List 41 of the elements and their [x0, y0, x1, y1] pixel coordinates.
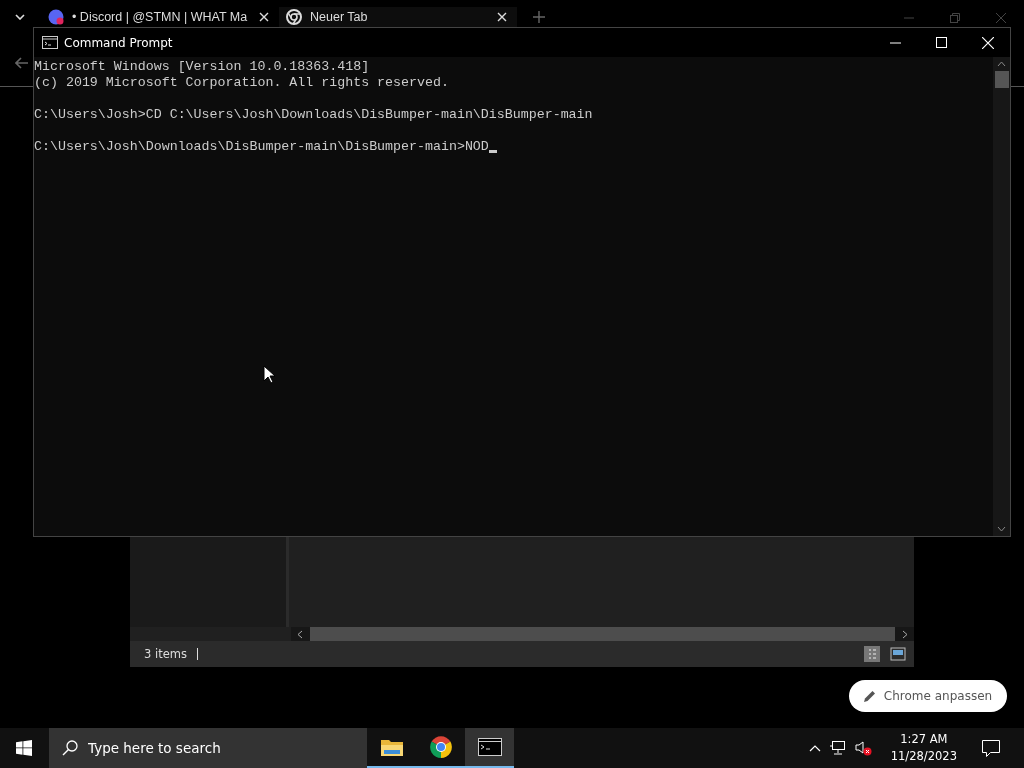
- windows-start-icon[interactable]: [16, 740, 32, 756]
- console-line: C:\Users\Josh>CD C:\Users\Josh\Downloads\DisBumper-main\DisBumper-main: [34, 107, 594, 123]
- mouse-pointer-icon: [263, 365, 275, 384]
- console-icon: [477, 738, 502, 756]
- browser-tab[interactable]: • Discord | @STMN | WHAT Ma: [41, 7, 279, 27]
- scroll-left-icon[interactable]: [297, 629, 303, 639]
- large-icons-view-icon[interactable]: [890, 647, 906, 661]
- scroll-right-icon[interactable]: [902, 629, 908, 639]
- vertical-scrollbar[interactable]: [993, 57, 1010, 536]
- taskbar-clock[interactable]: 1:27 AM 11/28/2023: [884, 731, 963, 765]
- item-count: 3 items: [144, 647, 187, 661]
- pencil-icon: [863, 690, 876, 702]
- search-icon: [62, 740, 78, 756]
- clock-time: 1:27 AM: [900, 731, 948, 748]
- app-icon: [48, 9, 64, 25]
- clock-date: 11/28/2023: [890, 748, 957, 765]
- show-hidden-icons-icon[interactable]: [808, 744, 821, 752]
- back-icon[interactable]: [15, 57, 29, 69]
- chrome-icon: [286, 9, 302, 25]
- scroll-down-icon[interactable]: [997, 526, 1006, 532]
- notifications-icon[interactable]: [982, 739, 1000, 757]
- console-icon: [42, 36, 58, 49]
- scroll-up-icon[interactable]: [997, 61, 1006, 67]
- customize-chrome-button[interactable]: Chrome anpassen: [849, 680, 1007, 712]
- search-field[interactable]: Type here to search: [49, 728, 367, 768]
- window-title: Command Prompt: [64, 35, 173, 50]
- maximize-icon[interactable]: [936, 37, 947, 48]
- muted-speaker-icon[interactable]: [854, 740, 872, 756]
- folder-icon: [380, 738, 403, 756]
- new-tab-icon[interactable]: [533, 11, 545, 23]
- console-line: Microsoft Windows [Version 10.0.18363.418]: [34, 59, 371, 75]
- scrollbar-thumb[interactable]: [994, 71, 1009, 88]
- console-prompt: C:\Users\Josh\Downloads\DisBumper-main\DisBumper-main>: [34, 139, 465, 155]
- text-cursor: [488, 150, 497, 153]
- network-icon[interactable]: [829, 741, 846, 755]
- console-line: (c) 2019 Microsoft Corporation. All rights reserved.: [34, 75, 450, 91]
- chrome-icon: [428, 735, 453, 759]
- browser-tab[interactable]: Neuer Tab: [279, 7, 517, 27]
- command-input[interactable]: NOD: [464, 139, 489, 155]
- tab-list-icon[interactable]: [15, 14, 25, 20]
- taskbar-app[interactable]: [465, 728, 514, 768]
